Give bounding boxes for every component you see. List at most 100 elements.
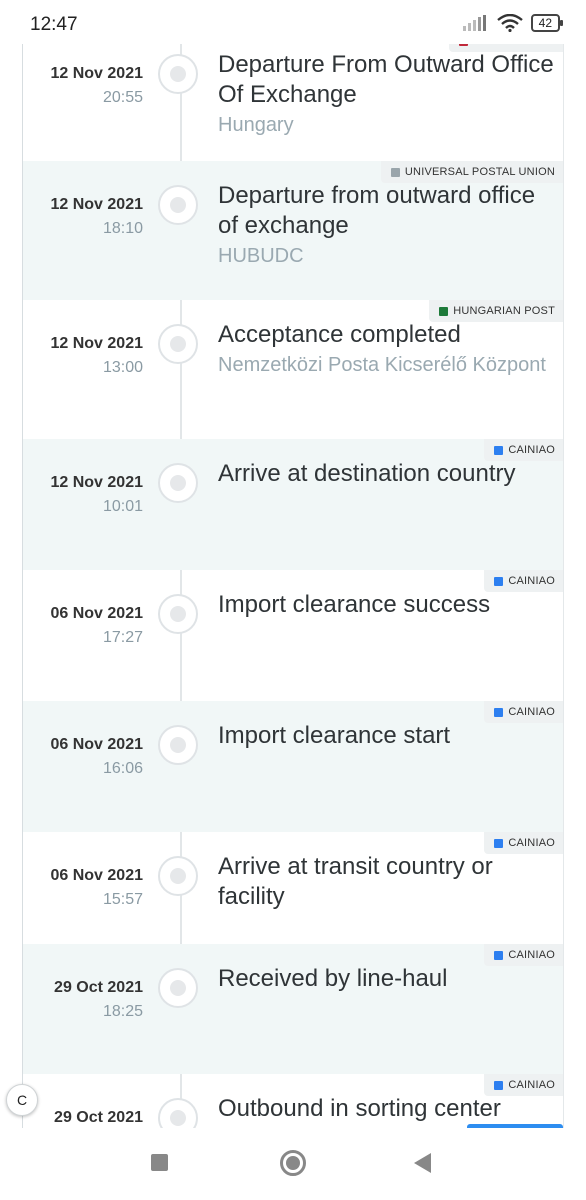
event-datetime: 12 Nov 2021 13:00 [50, 335, 143, 377]
timeline-event[interactable]: CAINIAO 06 Nov 2021 17:27 Import clearance … [23, 570, 563, 701]
carrier-logo-icon [439, 306, 449, 316]
carrier-badge: CAINIAO [484, 701, 563, 723]
tracking-page[interactable]: GREECE POST 12 Nov 2021 20:55 Departure Fro… [0, 44, 586, 1128]
event-description: Arrive at destination country [218, 459, 558, 489]
event-datetime: 12 Nov 2021 18:10 [50, 196, 143, 238]
carrier-name: CAINIAO [508, 444, 555, 456]
carrier-logo-icon [494, 950, 504, 960]
timeline-event[interactable]: CAINIAO 29 Oct 2021 18:25 Received by line-… [23, 944, 563, 1074]
status-time: 12:47 [30, 14, 78, 35]
status-icons: 42 [462, 14, 564, 32]
carrier-name: UNIVERSAL POSTAL UNION [404, 166, 555, 178]
floating-c-button[interactable]: C [6, 1084, 38, 1116]
event-date: 12 Nov 2021 [50, 335, 143, 352]
carrier-logo-icon [494, 576, 504, 586]
event-time: 10:01 [102, 498, 143, 515]
navigation-bar [0, 1128, 586, 1200]
event-date: 29 Oct 2021 [54, 1109, 143, 1126]
event-location: Hungary [218, 114, 294, 136]
recent-apps-icon[interactable] [151, 1154, 168, 1171]
carrier-name: GREECE POST [473, 44, 555, 47]
carrier-name: CAINIAO [508, 1079, 555, 1091]
timeline-event[interactable]: HUNGARIAN POST 12 Nov 2021 13:00 Acceptance… [23, 300, 563, 439]
carrier-name: HUNGARIAN POST [453, 305, 555, 317]
timeline-event[interactable]: CAINIAO 06 Nov 2021 15:57 Arrive at transit… [23, 832, 563, 944]
event-date: 29 Oct 2021 [54, 979, 143, 996]
event-time: 16:06 [102, 760, 143, 777]
event-datetime: 29 Oct 2021 18:25 [54, 979, 143, 1021]
timeline-event[interactable]: CAINIAO 12 Nov 2021 10:01 Arrive at destina… [23, 439, 563, 570]
status-bar: 12:47 42 [0, 0, 586, 44]
timeline-event[interactable]: CAINIAO 29 Oct 2021 Outbound in sorting ce… [23, 1074, 563, 1128]
event-location: Nemzetközi Posta Kicserélő Központ [218, 354, 546, 376]
carrier-badge: CAINIAO [484, 944, 563, 966]
event-time: 18:10 [102, 220, 143, 237]
event-description: Import clearance start [218, 721, 558, 751]
back-icon[interactable] [414, 1153, 431, 1173]
carrier-badge: UNIVERSAL POSTAL UNION [380, 161, 563, 183]
event-description: Arrive at transit country or facility [218, 852, 558, 912]
carrier-badge: CAINIAO [484, 1074, 563, 1096]
event-time: 15:57 [102, 891, 143, 908]
event-date: 12 Nov 2021 [50, 65, 143, 82]
carrier-name: CAINIAO [508, 706, 555, 718]
event-description: Departure from outward office of exchang… [218, 181, 558, 271]
event-title: Outbound in sorting center [218, 1095, 501, 1122]
event-time: 13:00 [102, 359, 143, 376]
event-date: 06 Nov 2021 [50, 867, 143, 884]
event-date: 12 Nov 2021 [50, 196, 143, 213]
event-date: 12 Nov 2021 [50, 474, 143, 491]
carrier-logo-icon [494, 838, 504, 848]
event-title: Arrive at destination country [218, 460, 516, 487]
carrier-logo-icon [390, 167, 400, 177]
carrier-name: CAINIAO [508, 575, 555, 587]
event-time: 18:25 [102, 1003, 143, 1020]
event-description: Import clearance success [218, 590, 558, 620]
event-datetime: 29 Oct 2021 [54, 1109, 143, 1128]
carrier-logo-icon [459, 44, 469, 46]
event-datetime: 06 Nov 2021 17:27 [50, 605, 143, 647]
carrier-name: CAINIAO [508, 837, 555, 849]
timeline-node-icon [158, 968, 198, 1008]
carrier-badge: CAINIAO [484, 832, 563, 854]
event-description: Acceptance completed Nemzetközi Posta Kic… [218, 320, 558, 380]
event-title: Acceptance completed [218, 321, 461, 348]
event-datetime: 06 Nov 2021 16:06 [50, 736, 143, 778]
content-right-border [563, 44, 564, 1128]
carrier-badge: CAINIAO [484, 439, 563, 461]
timeline-node-icon [158, 725, 198, 765]
timeline-node-icon [158, 856, 198, 896]
carrier-badge: HUNGARIAN POST [429, 300, 563, 322]
carrier-logo-icon [494, 445, 504, 455]
signal-icon [462, 15, 486, 31]
timeline-node-icon [158, 54, 198, 94]
event-description: Departure From Outward Office Of Exchang… [218, 50, 558, 140]
event-description: Received by line-haul [218, 964, 558, 994]
event-datetime: 12 Nov 2021 10:01 [50, 474, 143, 516]
event-title: Arrive at transit country or facility [218, 853, 493, 910]
event-location: HUBUDC [218, 245, 304, 267]
event-date: 06 Nov 2021 [50, 736, 143, 753]
timeline-event[interactable]: UNIVERSAL POSTAL UNION 12 Nov 2021 18:10 De… [23, 161, 563, 300]
event-datetime: 12 Nov 2021 20:55 [50, 65, 143, 107]
carrier-logo-icon [494, 1080, 504, 1090]
timeline-event[interactable]: CAINIAO 06 Nov 2021 16:06 Import clearance … [23, 701, 563, 832]
event-title: Import clearance start [218, 722, 451, 749]
event-title: Received by line-haul [218, 965, 448, 992]
event-title: Departure From Outward Office Of Exchang… [218, 51, 554, 108]
timeline-node-icon [158, 324, 198, 364]
timeline-event[interactable]: GREECE POST 12 Nov 2021 20:55 Departure Fro… [23, 44, 563, 161]
event-title: Departure from outward office of exchang… [218, 182, 536, 239]
carrier-badge: CAINIAO [484, 570, 563, 592]
timeline-node-icon [158, 594, 198, 634]
timeline-events: GREECE POST 12 Nov 2021 20:55 Departure Fro… [23, 44, 563, 1128]
event-date: 06 Nov 2021 [50, 605, 143, 622]
event-description: Outbound in sorting center [218, 1094, 558, 1124]
carrier-name: CAINIAO [508, 949, 555, 961]
home-icon[interactable] [280, 1150, 306, 1176]
wifi-icon [496, 14, 523, 32]
battery-icon: 42 [530, 14, 564, 32]
event-datetime: 06 Nov 2021 15:57 [50, 867, 143, 909]
timeline-node-icon [158, 185, 198, 225]
carrier-logo-icon [494, 707, 504, 717]
